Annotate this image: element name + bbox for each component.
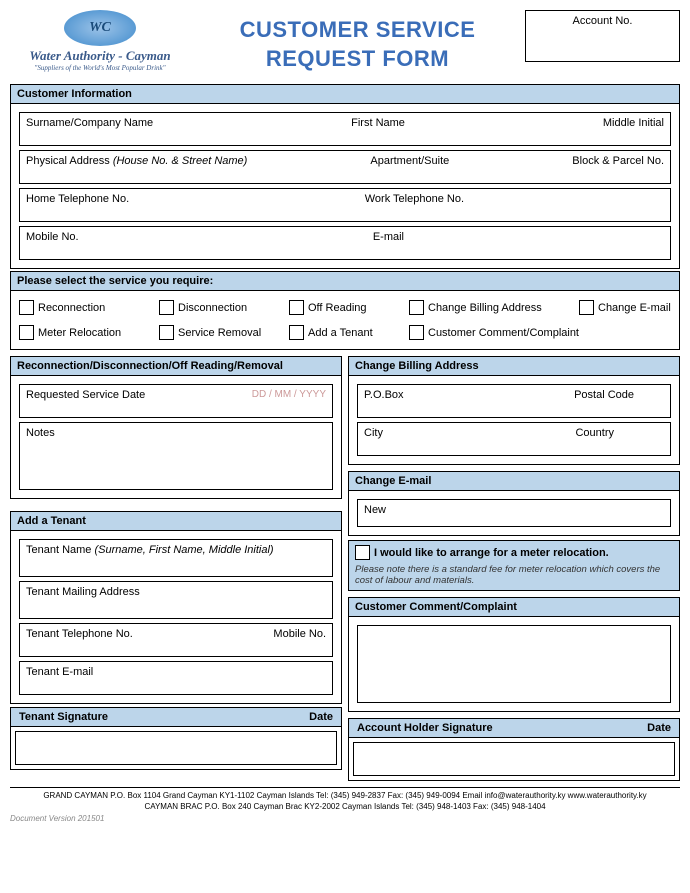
address-field[interactable]: Physical Address (House No. & Street Nam… <box>19 150 671 184</box>
checkbox-icon <box>289 325 304 340</box>
change-email-section: Change E-mail New <box>348 471 680 536</box>
add-tenant-title: Add a Tenant <box>11 512 341 531</box>
checkbox-change-billing[interactable]: Change Billing Address <box>409 300 579 315</box>
customer-info-section: Customer Information Surname/Company Nam… <box>10 84 680 269</box>
org-tagline: "Suppliers of the World's Most Popular D… <box>10 64 190 72</box>
checkbox-add-tenant[interactable]: Add a Tenant <box>289 325 409 340</box>
checkbox-comment[interactable]: Customer Comment/Complaint <box>409 325 579 340</box>
checkbox-meter-relocation[interactable]: Meter Relocation <box>19 325 159 340</box>
checkbox-icon <box>19 300 34 315</box>
date-label: Date <box>647 722 671 734</box>
change-email-title: Change E-mail <box>349 472 679 491</box>
date-format-hint: DD / MM / YYYY <box>252 389 326 401</box>
customer-info-title: Customer Information <box>11 85 679 104</box>
billing-title: Change Billing Address <box>349 357 679 376</box>
tenant-signature-field[interactable] <box>15 731 337 765</box>
document-version: Document Version 201501 <box>10 814 680 823</box>
checkbox-meter-arrange[interactable] <box>355 545 370 560</box>
telephone-field[interactable]: Home Telephone No. Work Telephone No. <box>19 188 671 222</box>
logo-block: WC Water Authority - Cayman "Suppliers o… <box>10 10 190 72</box>
comment-field[interactable] <box>357 625 671 703</box>
footer-line-2: CAYMAN BRAC P.O. Box 240 Cayman Brac KY2… <box>10 801 680 812</box>
checkbox-reconnection[interactable]: Reconnection <box>19 300 159 315</box>
checkbox-disconnection[interactable]: Disconnection <box>159 300 289 315</box>
reconnection-section: Reconnection/Disconnection/Off Reading/R… <box>10 356 342 499</box>
service-select-section: Please select the service you require: R… <box>10 271 680 350</box>
meter-note: Please note there is a standard fee for … <box>349 564 679 590</box>
name-field[interactable]: Surname/Company Name First Name Middle I… <box>19 112 671 146</box>
checkbox-icon <box>19 325 34 340</box>
holder-signature-field[interactable] <box>353 742 675 776</box>
tenant-email-field[interactable]: Tenant E-mail <box>19 661 333 695</box>
reconnection-title: Reconnection/Disconnection/Off Reading/R… <box>11 357 341 376</box>
checkbox-icon <box>409 300 424 315</box>
checkbox-off-reading[interactable]: Off Reading <box>289 300 409 315</box>
checkbox-icon <box>409 325 424 340</box>
billing-address-section: Change Billing Address P.O.BoxPostal Cod… <box>348 356 680 465</box>
tenant-signature-section: Tenant Signature Date <box>10 707 342 770</box>
holder-signature-section: Account Holder Signature Date <box>348 718 680 781</box>
checkbox-icon <box>289 300 304 315</box>
footer: GRAND CAYMAN P.O. Box 1104 Grand Cayman … <box>10 787 680 812</box>
holder-sig-label: Account Holder Signature <box>357 722 493 734</box>
account-number-field[interactable]: Account No. <box>525 10 680 62</box>
new-email-field[interactable]: New <box>357 499 671 527</box>
requested-date-field[interactable]: Requested Service DateDD / MM / YYYY <box>19 384 333 418</box>
checkbox-icon <box>159 325 174 340</box>
checkbox-change-email[interactable]: Change E-mail <box>579 300 671 315</box>
notes-field[interactable]: Notes <box>19 422 333 490</box>
footer-line-1: GRAND CAYMAN P.O. Box 1104 Grand Cayman … <box>10 787 680 801</box>
tenant-phone-field[interactable]: Tenant Telephone No.Mobile No. <box>19 623 333 657</box>
city-field[interactable]: CityCountry <box>357 422 671 456</box>
tenant-mailing-field[interactable]: Tenant Mailing Address <box>19 581 333 619</box>
service-select-title: Please select the service you require: <box>11 272 679 291</box>
contact-field[interactable]: Mobile No. E-mail <box>19 226 671 260</box>
add-tenant-section: Add a Tenant Tenant Name (Surname, First… <box>10 511 342 704</box>
pobox-field[interactable]: P.O.BoxPostal Code <box>357 384 671 418</box>
checkbox-icon <box>579 300 594 315</box>
date-label: Date <box>309 711 333 723</box>
org-name: Water Authority - Cayman <box>10 48 190 64</box>
tenant-name-field[interactable]: Tenant Name (Surname, First Name, Middle… <box>19 539 333 577</box>
logo-icon: WC <box>64 10 136 46</box>
checkbox-icon <box>159 300 174 315</box>
checkbox-service-removal[interactable]: Service Removal <box>159 325 289 340</box>
comment-section: Customer Comment/Complaint <box>348 597 680 712</box>
page-title: CUSTOMER SERVICE REQUEST FORM <box>190 10 525 73</box>
comment-title: Customer Comment/Complaint <box>349 598 679 617</box>
meter-label: I would like to arrange for a meter relo… <box>374 547 609 559</box>
tenant-sig-label: Tenant Signature <box>19 711 108 723</box>
meter-relocation-section: I would like to arrange for a meter relo… <box>348 540 680 591</box>
account-label: Account No. <box>573 15 633 27</box>
